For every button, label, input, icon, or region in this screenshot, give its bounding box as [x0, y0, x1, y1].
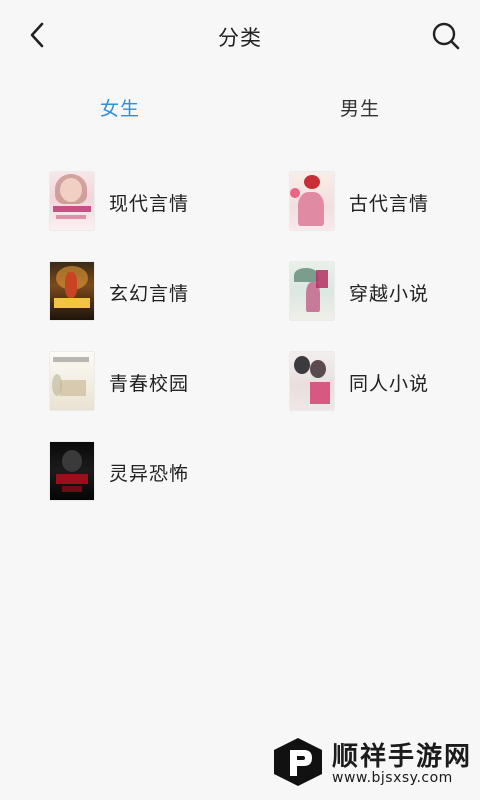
category-item-youth-campus[interactable]: 青春校园	[50, 352, 250, 414]
site-logo-icon	[274, 738, 322, 786]
category-label: 同人小说	[349, 373, 430, 395]
category-item-supernatural-horror[interactable]: 灵异恐怖	[50, 442, 250, 504]
modern-romance-cover	[50, 172, 94, 230]
category-item-time-travel[interactable]: 穿越小说	[290, 262, 480, 324]
search-button[interactable]	[430, 20, 462, 52]
tab-female[interactable]: 女生	[80, 94, 160, 121]
ancient-romance-cover	[290, 172, 334, 230]
category-label: 现代言情	[109, 193, 190, 215]
site-watermark: 顺祥手游网 www.bjsxsy.com	[270, 732, 470, 792]
watermark-url: www.bjsxsy.com	[332, 770, 453, 786]
watermark-name: 顺祥手游网	[332, 742, 473, 772]
category-screen: 分类 女生 男生 现代言情 古代言情 玄幻言情 穿越小说 青春校园 同人小说 灵…	[0, 0, 480, 800]
category-label: 灵异恐怖	[109, 463, 190, 485]
category-label: 古代言情	[349, 193, 430, 215]
gender-tabs: 女生 男生	[0, 94, 480, 124]
youth-campus-cover	[50, 352, 94, 410]
category-item-ancient-romance[interactable]: 古代言情	[290, 172, 480, 234]
time-travel-cover	[290, 262, 334, 320]
search-icon	[432, 22, 460, 50]
category-label: 玄幻言情	[109, 283, 190, 305]
category-label: 穿越小说	[349, 283, 430, 305]
fantasy-romance-cover	[50, 262, 94, 320]
category-item-fantasy-romance[interactable]: 玄幻言情	[50, 262, 250, 324]
page-title: 分类	[218, 26, 262, 50]
category-item-modern-romance[interactable]: 现代言情	[50, 172, 250, 234]
supernatural-horror-cover	[50, 442, 94, 500]
category-label: 青春校园	[109, 373, 190, 395]
top-bar: 分类	[0, 0, 480, 72]
tab-male[interactable]: 男生	[320, 94, 400, 121]
category-item-fan-fiction[interactable]: 同人小说	[290, 352, 480, 414]
fan-fiction-cover	[290, 352, 334, 410]
